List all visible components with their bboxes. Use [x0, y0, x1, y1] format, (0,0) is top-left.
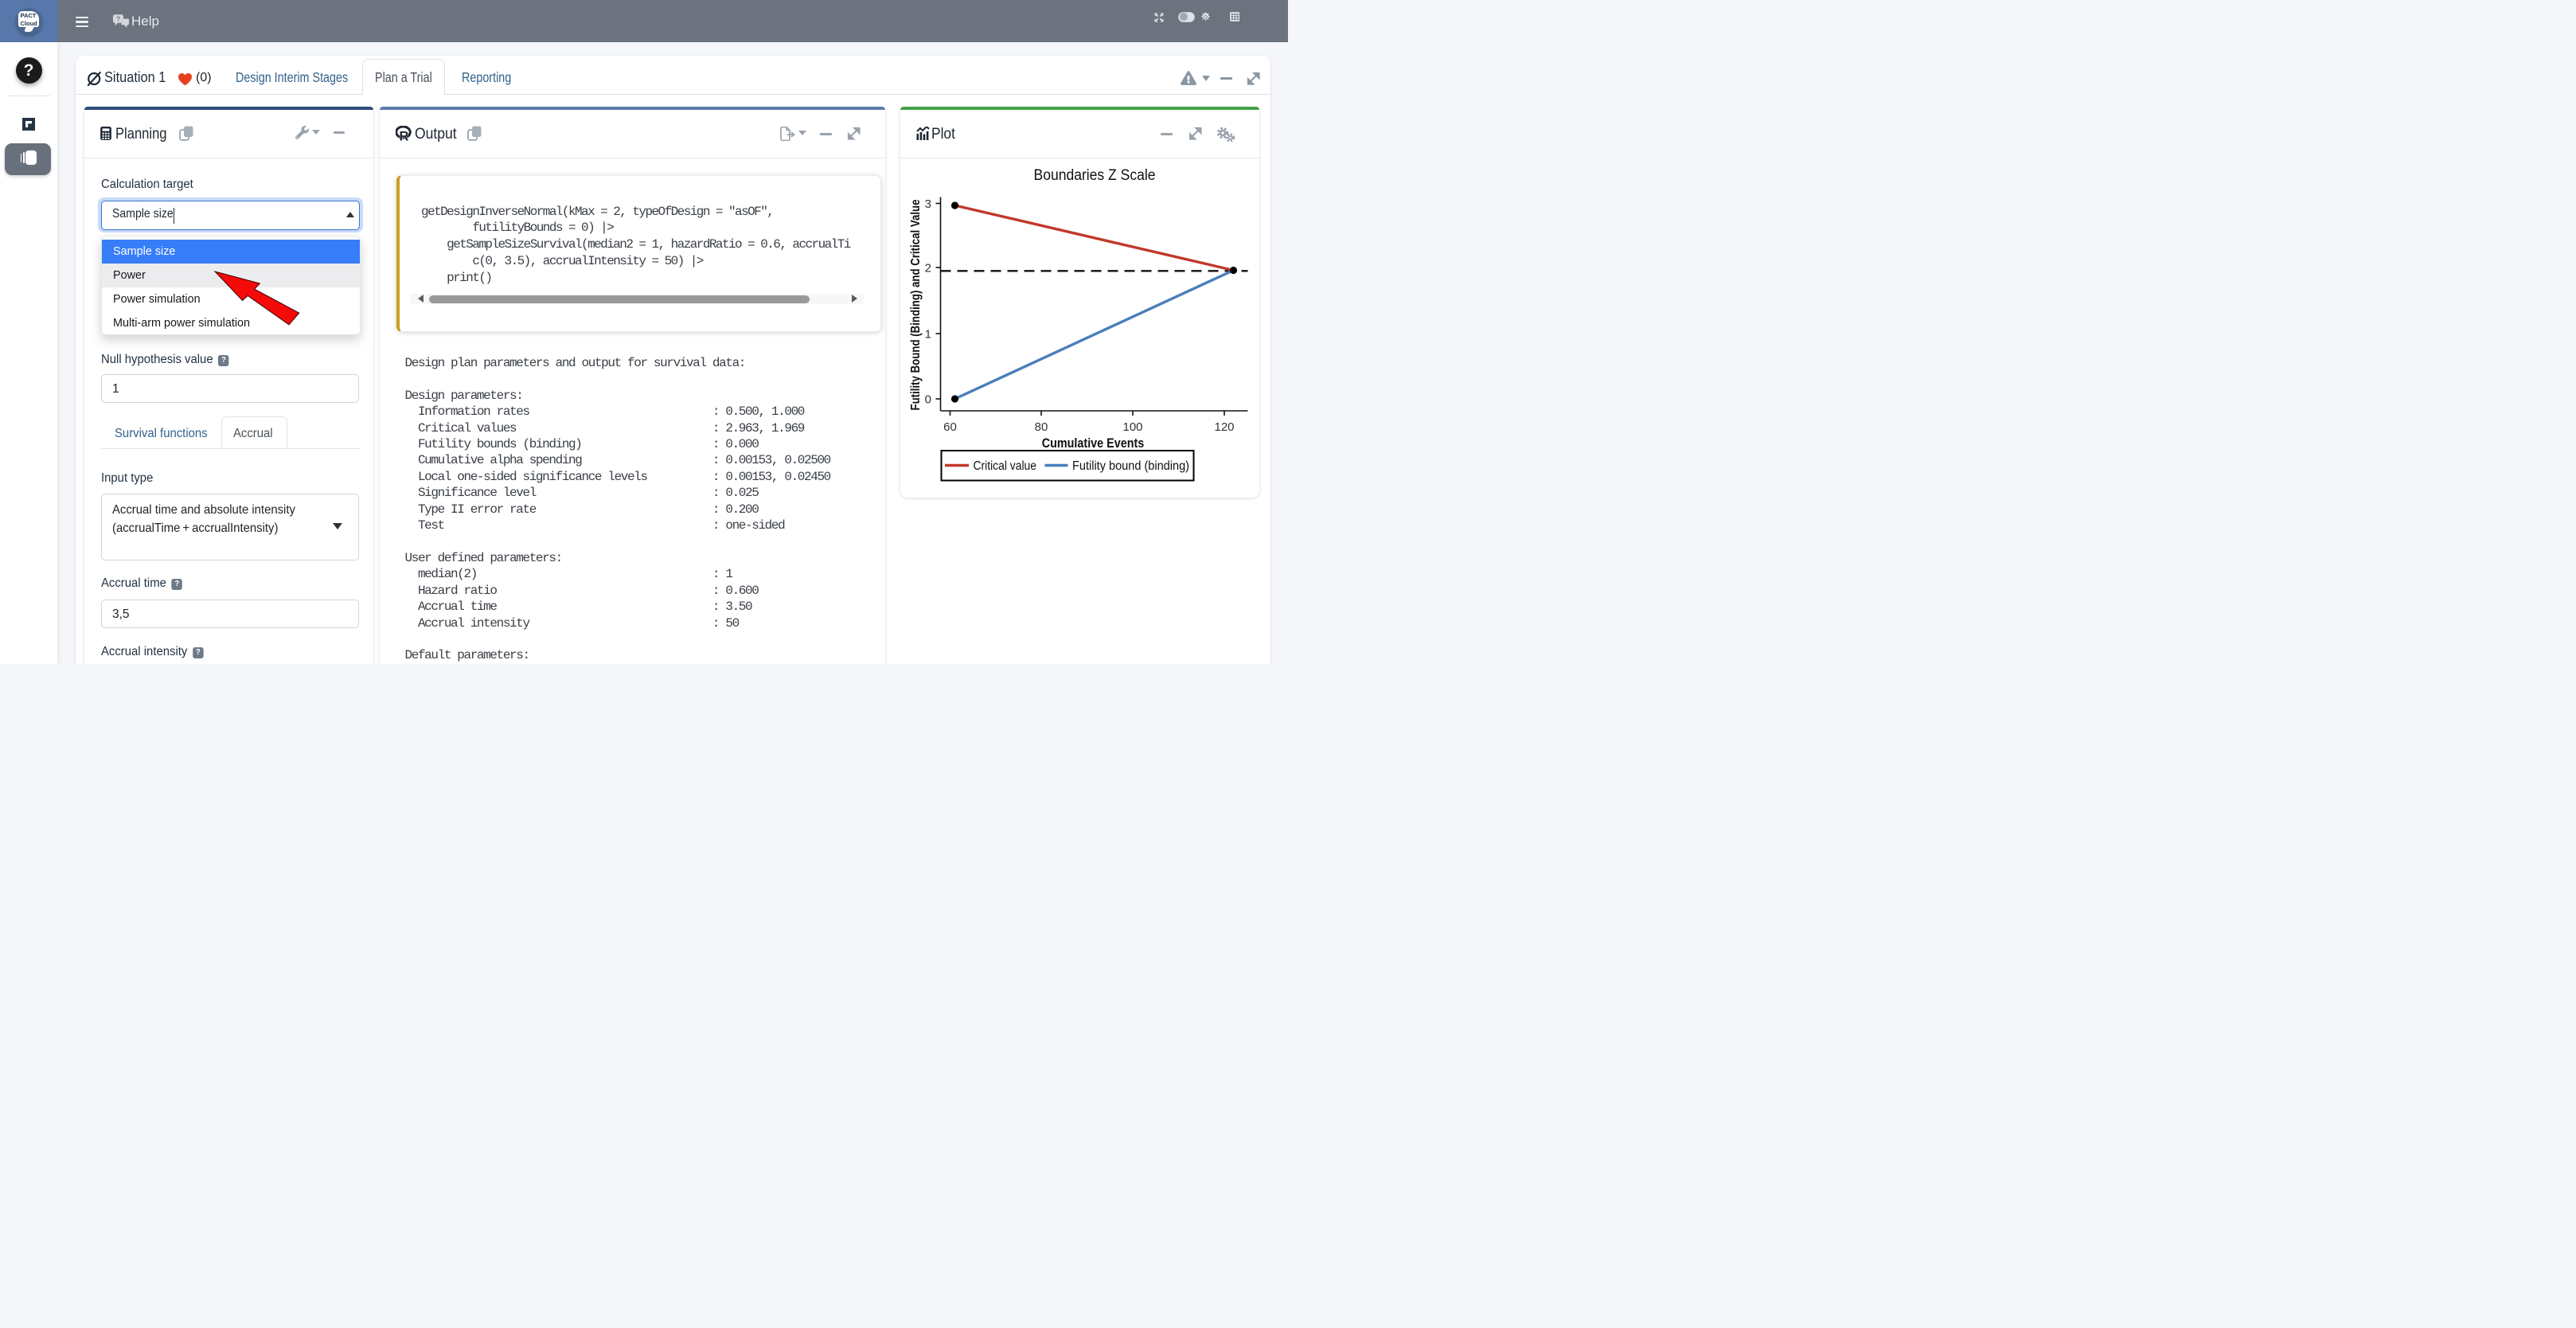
- svg-text:2: 2: [925, 262, 931, 275]
- svg-text:Futility Bound (Binding) and C: Futility Bound (Binding) and Critical Va…: [909, 199, 923, 410]
- svg-text:3: 3: [925, 197, 931, 211]
- svg-text:0: 0: [925, 393, 931, 407]
- svg-text:Critical value: Critical value: [974, 459, 1037, 473]
- svg-text:Futility bound (binding): Futility bound (binding): [1072, 459, 1189, 473]
- svg-text:Cumulative Events: Cumulative Events: [1042, 436, 1145, 451]
- svg-text:?: ?: [116, 16, 120, 23]
- svg-text:Boundaries Z Scale: Boundaries Z Scale: [1034, 167, 1156, 184]
- svg-text:R: R: [400, 130, 409, 142]
- svg-text:120: 120: [1214, 420, 1234, 434]
- svg-text:100: 100: [1122, 420, 1142, 434]
- svg-text:60: 60: [943, 420, 957, 434]
- svg-text:80: 80: [1035, 420, 1048, 434]
- svg-text:1: 1: [925, 328, 931, 342]
